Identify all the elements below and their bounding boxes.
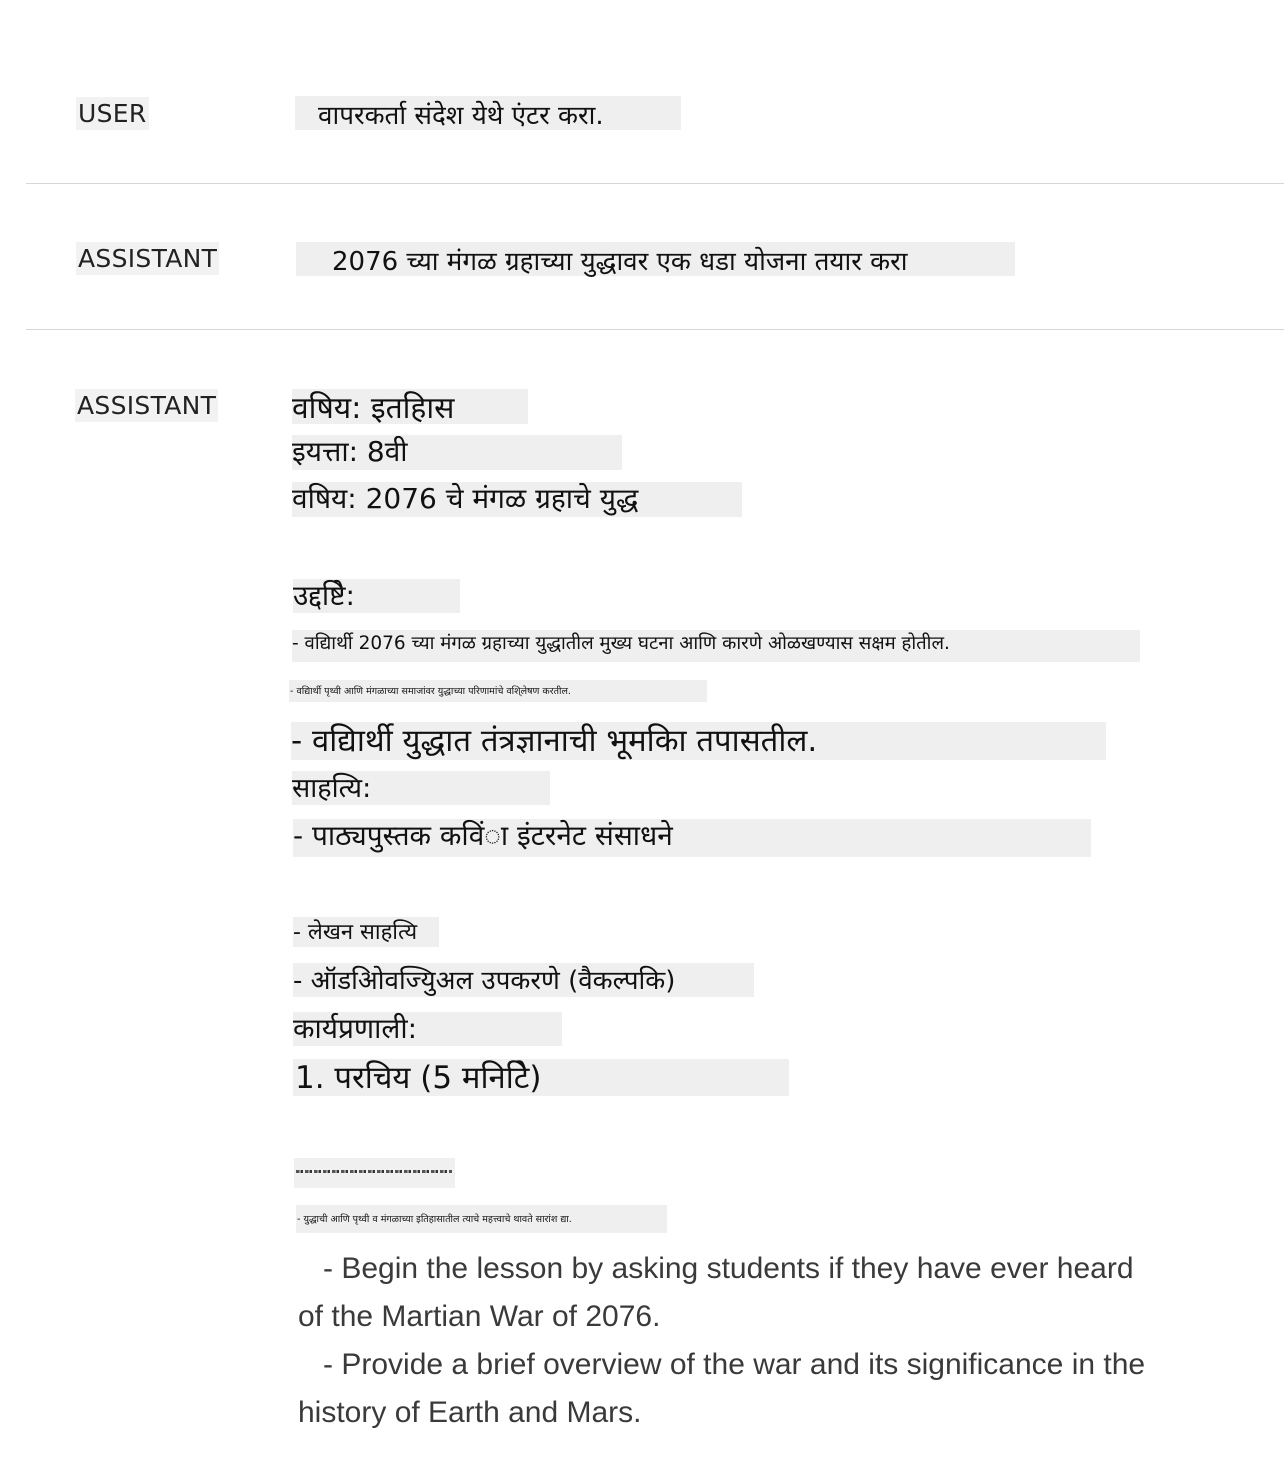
objective-item: - वद्यिार्थी पृथ्वी आणि मंगळाच्या समाजां… xyxy=(290,686,571,697)
role-label-assistant: ASSISTANT xyxy=(76,242,220,275)
objectives-heading: उद्दष्टिे: xyxy=(293,579,355,612)
objective-item: - वद्यिार्थी युद्धात तंत्रज्ञानाची भूमकि… xyxy=(291,723,818,759)
divider xyxy=(26,329,1284,330)
grade-line: इयत्ता: 8वी xyxy=(292,435,408,468)
material-item: - पाठ्यपुस्तक कविंा इंटरनेट संसाधने xyxy=(293,819,673,852)
objective-item: - वद्यिार्थी 2076 च्या मंगळ ग्रहाच्या यु… xyxy=(292,633,950,654)
procedure-heading: कार्यप्रणाली: xyxy=(293,1012,418,1045)
subject-line: वषिय: इतहिास xyxy=(292,391,455,426)
material-item: - लेखन साहत्यि xyxy=(293,920,418,945)
divider xyxy=(26,183,1284,184)
role-label-assistant: ASSISTANT xyxy=(75,389,219,422)
instruction-item: - Provide a brief overview of the war an… xyxy=(298,1348,1154,1429)
procedure-step: 1. परचिय (5 मनिटिे) xyxy=(295,1060,542,1096)
materials-heading: साहत्यि: xyxy=(292,773,372,804)
role-label-user: USER xyxy=(76,97,149,130)
english-instructions: - Begin the lesson by asking students if… xyxy=(298,1245,1158,1437)
procedure-item: - युद्धाची आणि पृथ्वी व मंगळाच्या इतिहास… xyxy=(297,1214,572,1225)
material-item: - ऑडओिवज्यिुअल उपकरणे (वैकल्पकि) xyxy=(293,966,676,996)
scribbled-line xyxy=(294,1158,455,1188)
message-user-text: वापरकर्ता संदेश येथे एंटर करा. xyxy=(318,101,604,131)
message-assistant-text: 2076 च्या मंगळ ग्रहाच्या युद्धावर एक धडा… xyxy=(332,247,908,277)
instruction-item: - Begin the lesson by asking students if… xyxy=(298,1252,1142,1333)
topic-line: वषिय: 2076 चे मंगळ ग्रहाचे युद्ध xyxy=(292,482,639,515)
